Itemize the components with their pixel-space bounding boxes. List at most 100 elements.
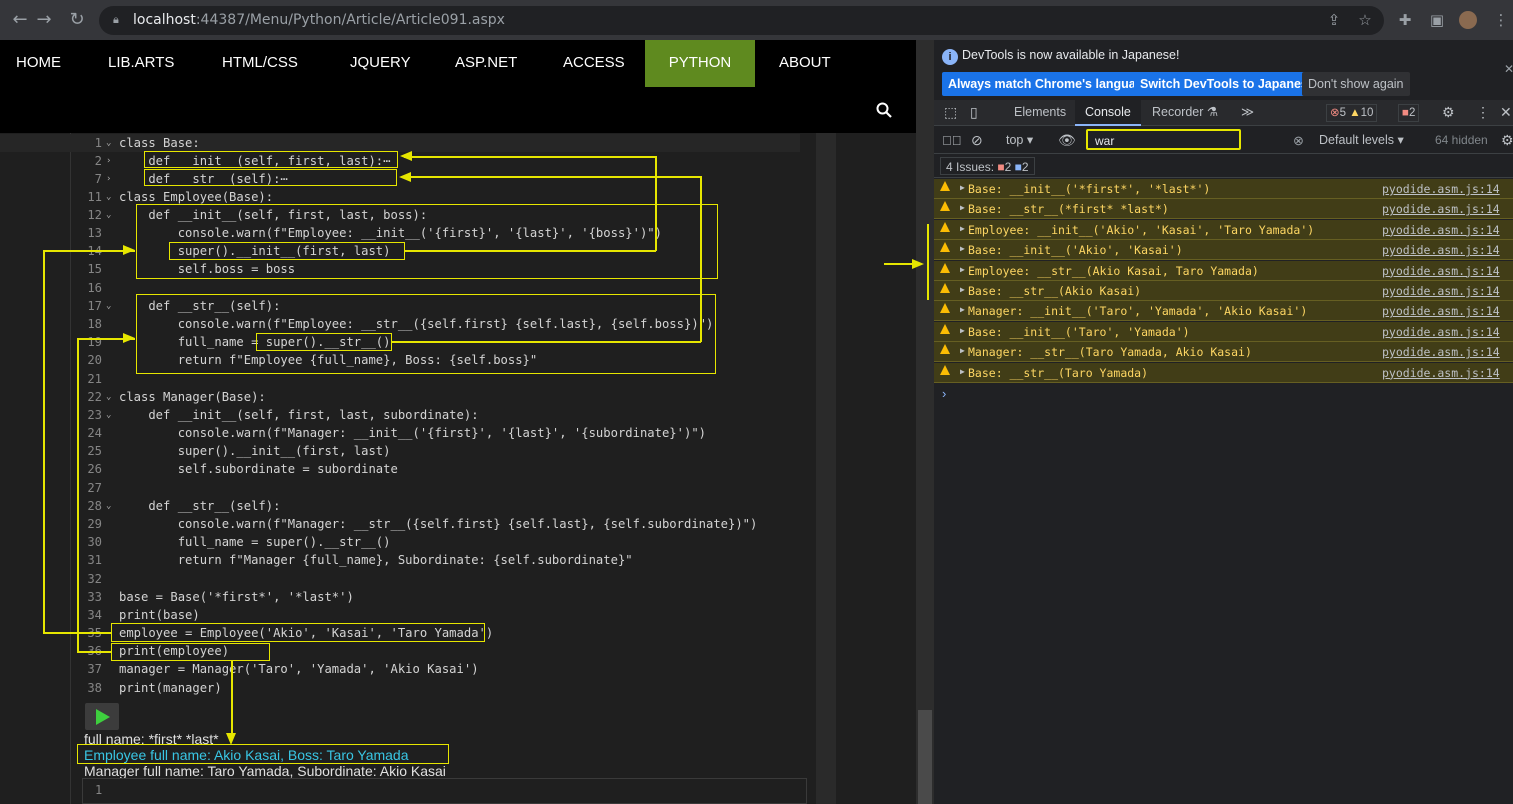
error-warning-counter[interactable]: ⊗5 ▲10 xyxy=(1326,104,1378,122)
editor-scrollbar[interactable] xyxy=(816,133,836,804)
page-scrollbar[interactable] xyxy=(916,40,934,804)
expand-triangle-icon[interactable]: ▶ xyxy=(960,265,965,274)
line-number: 22 xyxy=(87,390,102,404)
source-link[interactable]: pyodide.asm.js:14 xyxy=(1382,243,1500,257)
line-number: 17 xyxy=(87,299,102,313)
expand-triangle-icon[interactable]: ▶ xyxy=(960,367,965,376)
kebab-menu-icon[interactable]: ⋮ xyxy=(1492,11,1510,29)
console-warning-row[interactable]: ▶ Employee: __str__(Akio Kasai, Taro Yama… xyxy=(934,260,1513,281)
console-warning-row[interactable]: ▶ Base: __str__(Taro Yamada) pyodide.asm.j… xyxy=(934,362,1513,383)
clear-console-icon[interactable]: ⊘ xyxy=(971,128,983,154)
source-link[interactable]: pyodide.asm.js:14 xyxy=(1382,264,1500,278)
inspect-icon[interactable]: ⬚ xyxy=(944,100,957,126)
bookmark-star-icon[interactable]: ☆ xyxy=(1356,11,1374,29)
console-warning-row[interactable]: ▶ Manager: __init__('Taro', 'Yamada', 'Ak… xyxy=(934,301,1513,322)
console-warning-row[interactable]: ▶ Employee: __init__('Akio', 'Kasai', 'Ta… xyxy=(934,219,1513,240)
fold-chevron-icon[interactable]: ⌄ xyxy=(106,297,111,315)
nav-access[interactable]: ACCESS xyxy=(563,40,625,87)
source-link[interactable]: pyodide.asm.js:14 xyxy=(1382,223,1500,237)
fold-chevron-icon[interactable]: ⌄ xyxy=(106,388,111,406)
dont-show-button[interactable]: Don't show again xyxy=(1302,72,1410,96)
console-warning-row[interactable]: ▶ Base: __init__('Akio', 'Kasai') pyodide.… xyxy=(934,240,1513,261)
expand-triangle-icon[interactable]: ▶ xyxy=(960,305,965,314)
code-line: 14 super().__init__(first, last) xyxy=(0,242,800,260)
nav-about[interactable]: ABOUT xyxy=(779,40,831,87)
console-warning-row[interactable]: ▶ Base: __init__('Taro', 'Yamada') pyodide… xyxy=(934,321,1513,342)
nav-jquery[interactable]: JQUERY xyxy=(350,40,411,87)
expand-triangle-icon[interactable]: ▶ xyxy=(960,285,965,294)
warning-text: Base: __str__(*first* *last*) xyxy=(968,202,1169,217)
warning-icon xyxy=(940,344,950,355)
nav-lib-arts[interactable]: LIB.ARTS xyxy=(108,40,174,87)
scrollbar-thumb[interactable] xyxy=(918,710,932,804)
expand-triangle-icon[interactable]: ▶ xyxy=(960,224,965,233)
expand-triangle-icon[interactable]: ▶ xyxy=(960,203,965,212)
source-link[interactable]: pyodide.asm.js:14 xyxy=(1382,182,1500,196)
fold-chevron-icon[interactable]: › xyxy=(106,170,111,188)
always-match-button[interactable]: Always match Chrome's language xyxy=(942,72,1157,96)
profile-avatar[interactable] xyxy=(1459,11,1477,29)
tab-recorder[interactable]: Recorder ⚗ xyxy=(1142,100,1228,126)
source-link[interactable]: pyodide.asm.js:14 xyxy=(1382,284,1500,298)
nav-html-css[interactable]: HTML/CSS xyxy=(222,40,298,87)
context-select[interactable]: top ▾ xyxy=(1006,128,1033,154)
fold-chevron-icon[interactable]: › xyxy=(106,152,111,170)
back-arrow-icon[interactable]: ← xyxy=(10,10,30,30)
console-warning-row[interactable]: ▶ Base: __str__(*first* *last*) pyodide.as… xyxy=(934,199,1513,220)
console-warning-row[interactable]: ▶ Manager: __str__(Taro Yamada, Akio Kasa… xyxy=(934,342,1513,363)
console-prompt[interactable]: › xyxy=(942,386,946,401)
tab-console[interactable]: Console xyxy=(1075,100,1141,126)
source-link[interactable]: pyodide.asm.js:14 xyxy=(1382,345,1500,359)
clear-filter-icon[interactable]: ⊗ xyxy=(1293,128,1304,154)
close-devtools-icon[interactable]: ✕ xyxy=(1500,100,1512,126)
source-link[interactable]: pyodide.asm.js:14 xyxy=(1382,325,1500,339)
fold-chevron-icon[interactable]: ⌄ xyxy=(106,206,111,224)
console-warning-row[interactable]: ▶ Base: __str__(Akio Kasai) pyodide.asm.js… xyxy=(934,281,1513,301)
log-levels-select[interactable]: Default levels ▾ xyxy=(1319,128,1404,154)
run-button[interactable] xyxy=(85,703,119,730)
second-code-editor[interactable]: 1 xyxy=(82,778,807,804)
filter-input[interactable]: war xyxy=(1086,129,1241,150)
address-bar[interactable]: 🔒︎ localhost:44387/Menu/Python/Article/A… xyxy=(99,6,1384,35)
source-link[interactable]: pyodide.asm.js:14 xyxy=(1382,202,1500,216)
code-line: 26 self.subordinate = subordinate xyxy=(0,460,800,478)
nav-python[interactable]: PYTHON xyxy=(645,40,755,87)
console-warning-row[interactable]: ▶ Base: __init__('*first*', '*last*') pyod… xyxy=(934,179,1513,199)
reload-icon[interactable]: ↻ xyxy=(67,10,87,30)
issues-link[interactable]: 4 Issues: ■2 ■2 xyxy=(940,157,1035,175)
more-tabs-icon[interactable]: ≫ xyxy=(1241,100,1254,126)
side-panel-icon[interactable]: ▣ xyxy=(1428,11,1446,29)
warning-text: Base: __str__(Taro Yamada) xyxy=(968,365,1149,380)
expand-triangle-icon[interactable]: ▶ xyxy=(960,183,965,192)
expand-triangle-icon[interactable]: ▶ xyxy=(960,326,965,335)
source-link[interactable]: pyodide.asm.js:14 xyxy=(1382,304,1500,318)
issues-counter[interactable]: ■2 xyxy=(1398,104,1420,122)
nav-aspnet[interactable]: ASP.NET xyxy=(455,40,517,87)
forward-arrow-icon[interactable]: → xyxy=(34,10,54,30)
expand-triangle-icon[interactable]: ▶ xyxy=(960,346,965,355)
tab-elements[interactable]: Elements xyxy=(1004,100,1076,126)
code-text: print(manager) xyxy=(119,681,222,695)
eye-icon[interactable]: 👁︎ xyxy=(1058,128,1076,154)
fold-chevron-icon[interactable]: ⌄ xyxy=(106,134,111,152)
switch-language-button[interactable]: Switch DevTools to Japanese xyxy=(1134,72,1321,96)
devtools-panel: i DevTools is now available in Japanese!… xyxy=(934,40,1513,804)
site-navigation: HOME LIB.ARTS HTML/CSS JQUERY ASP.NET AC… xyxy=(0,40,916,133)
fold-chevron-icon[interactable]: ⌄ xyxy=(106,497,111,515)
fold-chevron-icon[interactable]: ⌄ xyxy=(106,188,111,206)
code-text: def __init__(self, first, last, boss): xyxy=(119,208,428,222)
device-toggle-icon[interactable]: ▯ xyxy=(970,100,978,126)
fold-chevron-icon[interactable]: ⌄ xyxy=(106,406,111,424)
console-toolbar: ▸⃞ ⊘ top ▾ 👁︎ war ⊗ Default levels ▾ 64 … xyxy=(934,126,1513,154)
expand-triangle-icon[interactable]: ▶ xyxy=(960,244,965,253)
share-icon[interactable]: ⇪ xyxy=(1325,11,1343,29)
source-link[interactable]: pyodide.asm.js:14 xyxy=(1382,366,1500,380)
close-icon[interactable]: ✕ xyxy=(1504,62,1513,76)
console-settings-icon[interactable]: ⚙ xyxy=(1501,128,1513,154)
extensions-puzzle-icon[interactable]: ✚ xyxy=(1396,11,1414,29)
settings-gear-icon[interactable]: ⚙ xyxy=(1442,100,1455,126)
nav-home[interactable]: HOME xyxy=(16,40,61,87)
more-options-icon[interactable]: ⋮ xyxy=(1476,100,1490,126)
sidebar-toggle-icon[interactable]: ▸⃞ xyxy=(942,128,962,154)
search-icon[interactable] xyxy=(876,102,892,118)
